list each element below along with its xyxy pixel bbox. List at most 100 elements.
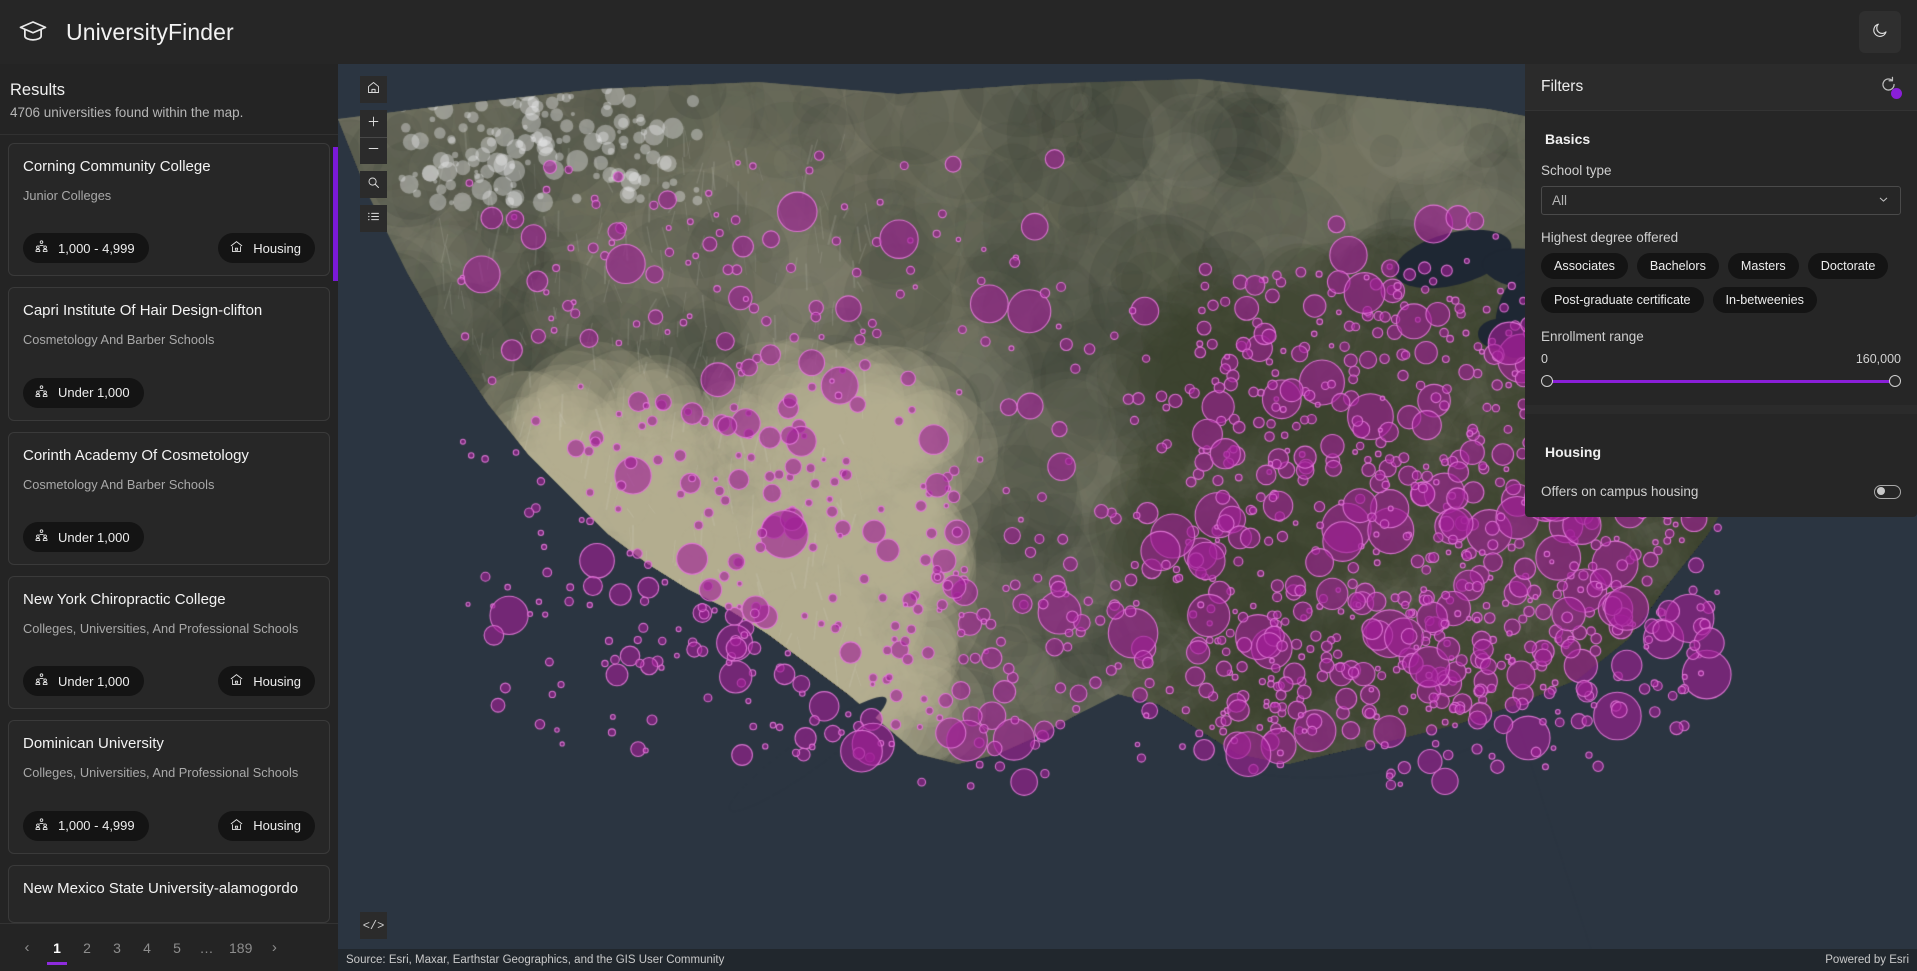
pagination: ‹ 1 2 3 4 5 … 189 › — [0, 923, 338, 971]
chevron-left-icon: ‹ — [24, 939, 30, 956]
basics-section-title: Basics — [1545, 131, 1591, 147]
result-card-title: New Mexico State University-alamogordo — [23, 879, 299, 897]
enrollment-tag-label: 1,000 - 4,999 — [58, 240, 135, 256]
people-group-icon — [34, 239, 49, 257]
results-heading: Results — [10, 81, 66, 99]
enrollment-range-values: 0 160,000 — [1541, 352, 1901, 366]
enrollment-min-value: 0 — [1541, 352, 1548, 366]
filters-panel: Filters Basics School type All Highest d… — [1525, 64, 1917, 517]
results-count-text: 4706 universities found within the map. — [10, 105, 244, 120]
result-card[interactable]: Corinth Academy Of Cosmetology Cosmetolog… — [8, 431, 330, 566]
house-icon — [229, 239, 244, 257]
pagination-prev[interactable]: ‹ — [14, 933, 40, 963]
enrollment-tag: 1,000 - 4,999 — [23, 810, 149, 841]
housing-toggle-label: Offers on campus housing — [1541, 484, 1699, 499]
result-card-title: Capri Institute Of Hair Design-clifton — [23, 302, 263, 320]
theme-toggle-button[interactable] — [1859, 11, 1901, 53]
filters-active-dot — [1891, 88, 1902, 99]
result-card[interactable]: Dominican University Colleges, Universiti… — [8, 720, 330, 854]
people-group-icon — [34, 528, 49, 546]
result-card-tags: 1,000 - 4,999 Housing — [23, 233, 315, 264]
scrollbar-thumb[interactable] — [333, 147, 338, 281]
result-card-tags: Under 1,000 Housing — [23, 666, 315, 697]
body-row: Results 4706 universities found within t… — [0, 64, 1917, 971]
map-container[interactable]: </> Source: Esri, Maxar, Earthstar Geogr… — [338, 64, 1917, 971]
map-zoom-group — [360, 110, 387, 164]
slider-knob-min[interactable] — [1541, 375, 1553, 387]
code-icon: </> — [362, 918, 385, 933]
map-attribution: Source: Esri, Maxar, Earthstar Geographi… — [338, 949, 1917, 971]
result-card-category: Cosmetology And Barber Schools — [23, 476, 215, 492]
pagination-page[interactable]: 3 — [104, 933, 130, 963]
people-group-icon — [34, 817, 49, 835]
results-scrollbar[interactable] — [333, 135, 338, 923]
enrollment-tag-label: 1,000 - 4,999 — [58, 818, 135, 834]
map-search-button[interactable] — [360, 171, 387, 198]
enrollment-tag-label: Under 1,000 — [58, 673, 130, 689]
chevron-right-icon: › — [271, 939, 277, 956]
map-code-button[interactable]: </> — [360, 912, 387, 939]
result-card[interactable]: Corning Community College Junior Colleges… — [8, 143, 330, 277]
filters-title: Filters — [1541, 78, 1584, 95]
pagination-next[interactable]: › — [261, 933, 287, 963]
result-card-title: New York Chiropractic College — [23, 591, 226, 609]
results-list[interactable]: Corning Community College Junior Colleges… — [0, 135, 338, 923]
slider-rail — [1545, 380, 1897, 383]
result-card-tags: Under 1,000 — [23, 377, 315, 408]
result-card-title: Corinth Academy Of Cosmetology — [23, 446, 249, 464]
school-type-select[interactable]: All — [1541, 186, 1901, 215]
graduation-cap-icon — [18, 17, 48, 47]
toggle-knob — [1876, 487, 1885, 495]
map-home-button[interactable] — [360, 76, 387, 103]
enrollment-tag: 1,000 - 4,999 — [23, 233, 149, 264]
enrollment-max-value: 160,000 — [1855, 352, 1901, 366]
map-legend-button[interactable] — [360, 205, 387, 232]
app-title: UniversityFinder — [66, 18, 234, 45]
pagination-page[interactable]: 4 — [134, 933, 160, 963]
degree-chip[interactable]: Doctorate — [1807, 253, 1889, 279]
housing-tag-label: Housing — [253, 818, 301, 834]
degree-chip[interactable]: Associates — [1541, 253, 1628, 279]
top-bar: UniversityFinder — [0, 0, 1917, 64]
housing-tag: Housing — [218, 810, 315, 841]
degree-chip[interactable]: Masters — [1727, 253, 1799, 279]
pagination-page[interactable]: 189 — [224, 933, 257, 963]
plus-icon — [366, 114, 381, 134]
result-card[interactable]: New Mexico State University-alamogordo — [8, 864, 330, 923]
degree-chip[interactable]: Post-graduate certificate — [1541, 287, 1704, 313]
filters-reset-button[interactable] — [1875, 74, 1902, 100]
map-tools — [360, 76, 387, 232]
result-card[interactable]: Capri Institute Of Hair Design-clifton Co… — [8, 287, 330, 421]
slider-knob-max[interactable] — [1889, 375, 1901, 387]
map-zoom-out-button[interactable] — [360, 137, 387, 164]
enrollment-tag-label: Under 1,000 — [58, 385, 130, 401]
result-card[interactable]: New York Chiropractic College Colleges, U… — [8, 576, 330, 710]
degree-chip[interactable]: Bachelors — [1636, 253, 1719, 279]
pagination-ellipsis: … — [199, 939, 215, 956]
attribution-powered-by: Powered by Esri — [1825, 954, 1909, 966]
magnifier-icon — [366, 175, 381, 195]
list-icon — [366, 209, 381, 229]
pagination-page[interactable]: 5 — [164, 933, 190, 963]
enrollment-tag-label: Under 1,000 — [58, 529, 130, 545]
pagination-page[interactable]: 2 — [74, 933, 100, 963]
housing-section-title: Housing — [1545, 444, 1601, 460]
enrollment-tag: Under 1,000 — [23, 377, 144, 408]
pagination-page[interactable]: 1 — [44, 933, 70, 965]
result-card-category: Colleges, Universities, And Professional… — [23, 621, 299, 637]
housing-toggle-row: Offers on campus housing — [1541, 484, 1901, 499]
housing-tag: Housing — [218, 233, 315, 264]
filters-housing-section: Housing Offers on campus housing — [1525, 430, 1917, 517]
result-card-category: Cosmetology And Barber Schools — [23, 332, 215, 348]
house-icon — [229, 672, 244, 690]
housing-toggle[interactable] — [1874, 484, 1901, 499]
housing-tag: Housing — [218, 666, 315, 697]
filters-divider — [1525, 405, 1917, 414]
map-zoom-in-button[interactable] — [360, 110, 387, 137]
filters-header: Filters — [1525, 64, 1917, 111]
result-card-title: Dominican University — [23, 735, 164, 753]
degree-chip[interactable]: In-betweenies — [1712, 287, 1817, 313]
result-card-title: Corning Community College — [23, 158, 211, 175]
people-group-icon — [34, 384, 49, 402]
enrollment-range-slider[interactable] — [1541, 373, 1901, 389]
